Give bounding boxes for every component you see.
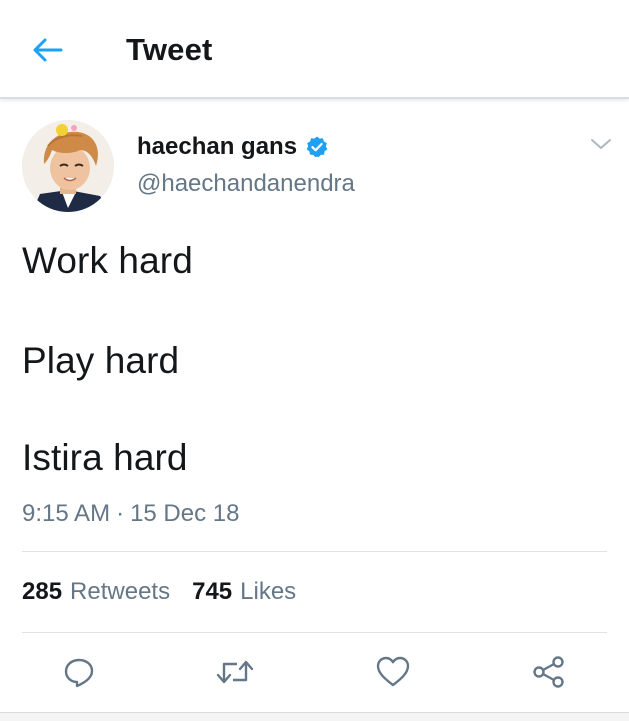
likes-count: 745	[192, 578, 233, 605]
tweet-time: 9:15 AM	[22, 500, 111, 527]
author-name-row[interactable]: haechan gans	[137, 133, 329, 161]
back-button[interactable]	[28, 30, 68, 70]
avatar[interactable]	[22, 120, 114, 212]
avatar-image	[22, 120, 114, 212]
heart-icon	[376, 656, 410, 687]
more-options-button[interactable]	[588, 134, 614, 154]
retweet-icon	[216, 660, 254, 684]
retweets-stat[interactable]: 285 Retweets	[22, 578, 170, 606]
share-icon	[533, 656, 564, 688]
divider	[22, 632, 607, 633]
share-button[interactable]	[529, 650, 569, 694]
likes-label: Likes	[240, 578, 297, 605]
meta-separator: ·	[116, 500, 125, 527]
likes-stat[interactable]: 745 Likes	[192, 578, 296, 606]
app-header: Tweet	[0, 0, 629, 99]
tweet-stats: 285 Retweets 745 Likes	[22, 578, 296, 606]
chevron-down-icon	[591, 139, 611, 149]
verified-badge-icon	[305, 135, 329, 159]
retweets-count: 285	[22, 578, 63, 605]
author-display-name[interactable]: haechan gans	[137, 133, 297, 161]
retweets-label: Retweets	[70, 578, 171, 605]
tweet-text-line: Play hard	[22, 340, 180, 381]
tweet-text-line: Work hard	[22, 240, 193, 281]
author-handle[interactable]: @haechandanendra	[137, 170, 355, 198]
tweet-timestamp[interactable]: 9:15 AM · 15 Dec 18	[22, 500, 239, 528]
reply-button[interactable]	[59, 650, 99, 694]
tweet-date: 15 Dec 18	[130, 500, 240, 527]
arrow-left-icon	[33, 38, 63, 62]
tweet-actions-bar	[0, 650, 629, 700]
reply-icon	[64, 658, 94, 688]
divider	[22, 551, 607, 552]
tweet-text-line: Istira hard	[22, 437, 188, 478]
page-title: Tweet	[126, 32, 213, 67]
retweet-button[interactable]	[215, 650, 255, 694]
like-button[interactable]	[373, 650, 413, 694]
